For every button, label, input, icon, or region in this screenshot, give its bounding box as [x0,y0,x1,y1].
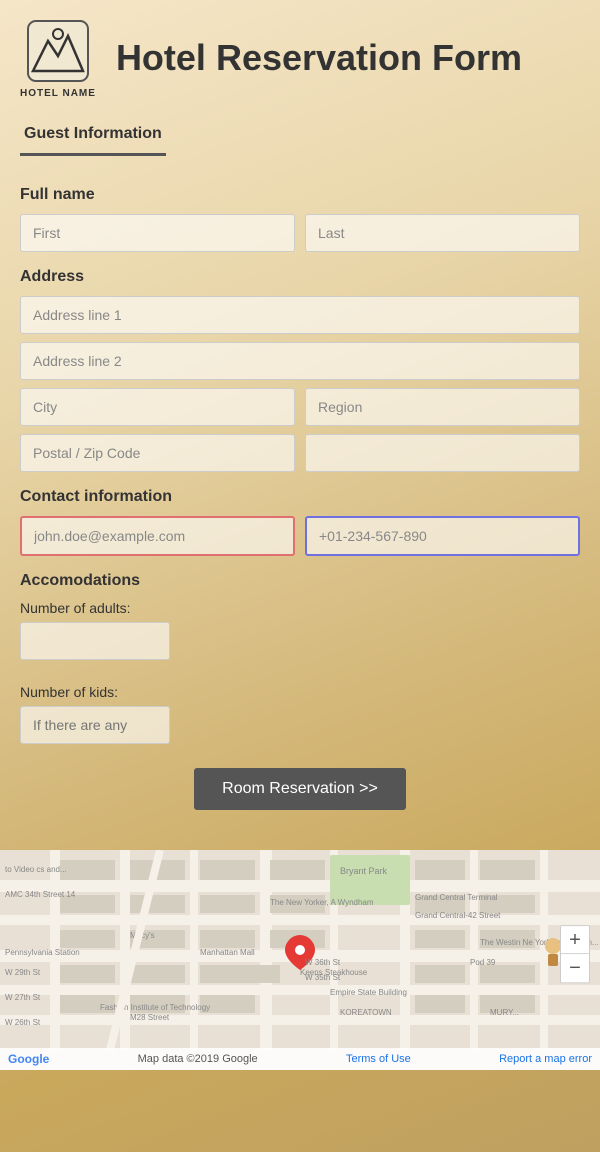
svg-text:W 29th St: W 29th St [5,968,41,977]
full-name-label: Full name [20,186,580,204]
svg-text:Bryant Park: Bryant Park [340,866,388,876]
postal-input[interactable] [20,434,295,472]
svg-text:Empire State Building: Empire State Building [330,988,407,997]
svg-text:to Video cs and...: to Video cs and... [5,865,67,874]
submit-row: Room Reservation >> [20,768,580,810]
address-line2-input[interactable] [20,342,580,380]
page-title: Hotel Reservation Form [116,37,522,79]
hotel-logo-icon [23,16,93,86]
region-input[interactable] [305,388,580,426]
logo-text: HOTEL NAME [20,88,96,99]
address-line2-row [20,342,580,380]
svg-text:AMC 34th Street 14: AMC 34th Street 14 [5,890,76,899]
svg-text:Pod 39: Pod 39 [470,958,496,967]
tabs-container: Guest Information [0,115,600,156]
svg-text:Grand Central Terminal: Grand Central Terminal [415,893,498,902]
svg-text:Manhattan Mall: Manhattan Mall [200,948,255,957]
logo-container: HOTEL NAME [20,16,96,99]
adults-label: Number of adults: [20,600,580,616]
first-name-input[interactable] [20,214,295,252]
adults-input[interactable] [20,622,170,660]
terms-link[interactable]: Terms of Use [346,1053,411,1065]
svg-text:W 26th St: W 26th St [5,1018,41,1027]
report-link[interactable]: Report a map error [499,1053,592,1065]
name-row [20,214,580,252]
header: HOTEL NAME Hotel Reservation Form [0,0,600,115]
svg-text:W 35th St: W 35th St [305,973,341,982]
svg-text:Grand Central-42 Street: Grand Central-42 Street [415,911,501,920]
address-line1-input[interactable] [20,296,580,334]
city-region-row [20,388,580,426]
svg-text:KOREATOWN: KOREATOWN [340,1008,392,1017]
contact-label: Contact information [20,488,580,506]
svg-text:MURY...: MURY... [490,1008,519,1017]
svg-text:The New Yorker, A Wyndham: The New Yorker, A Wyndham [270,898,374,907]
phone-input[interactable] [305,516,580,556]
room-reservation-button[interactable]: Room Reservation >> [194,768,406,810]
last-name-input[interactable] [305,214,580,252]
svg-text:M28 Street: M28 Street [130,1013,170,1022]
kids-input[interactable] [20,706,170,744]
map-zoom-controls: + − [560,925,590,983]
address-section: United States [20,296,580,472]
postal-country-row: United States [20,434,580,472]
svg-text:W 36th St: W 36th St [305,958,341,967]
map-footer: Google Map data ©2019 Google Terms of Us… [0,1048,600,1070]
email-input[interactable] [20,516,295,556]
kids-label: Number of kids: [20,684,580,700]
zoom-in-button[interactable]: + [561,926,589,954]
accom-label: Accomodations [20,572,580,590]
svg-text:Pennsylvania Station: Pennsylvania Station [5,948,80,957]
address-label: Address [20,268,580,286]
tab-guest-info[interactable]: Guest Information [20,115,166,156]
country-input[interactable]: United States [305,434,580,472]
accom-section: Number of adults: Number of kids: [20,600,580,758]
contact-row [20,516,580,556]
google-logo: Google [8,1052,49,1066]
address-line1-row [20,296,580,334]
map-container: Bryant Park Grand Central Terminal Grand… [0,850,600,1070]
form-container: Full name Address United States Contact … [0,156,600,850]
zoom-out-button[interactable]: − [561,954,589,982]
svg-text:W 27th St: W 27th St [5,993,41,1002]
map-data-label: Map data ©2019 Google [138,1053,258,1065]
map-svg: Bryant Park Grand Central Terminal Grand… [0,850,600,1070]
city-input[interactable] [20,388,295,426]
